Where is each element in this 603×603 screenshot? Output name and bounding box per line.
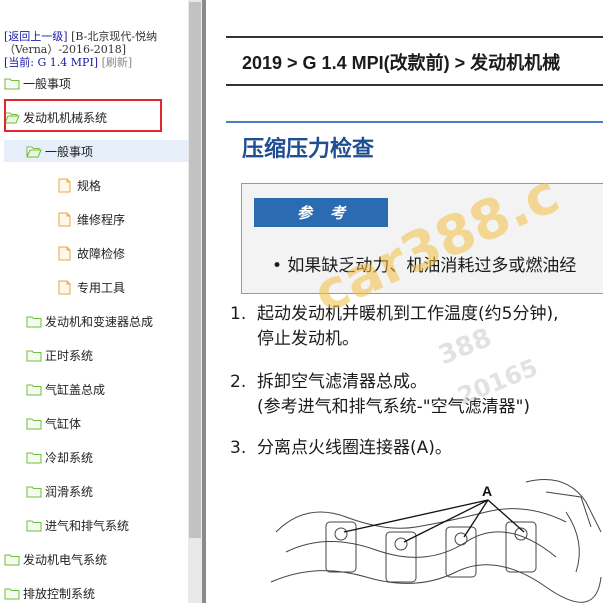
- tree-item[interactable]: 润滑系统: [26, 480, 93, 502]
- step-text-continued: (参考进气和排气系统-"空气滤清器"): [257, 397, 531, 417]
- folder-icon: [4, 78, 20, 89]
- tree-item[interactable]: 规格: [58, 174, 101, 196]
- tree-item[interactable]: 气缸盖总成: [26, 378, 105, 400]
- selection-highlight-box: [4, 99, 162, 132]
- document-breadcrumb: 2019 > G 1.4 MPI(改款前) > 发动机机械: [242, 53, 561, 73]
- tree-item-label: 发动机和变速器总成: [45, 314, 154, 329]
- tree-item[interactable]: 一般事项: [4, 72, 71, 94]
- sidebar-scrollbar[interactable]: [188, 0, 202, 603]
- folder-icon: [26, 350, 42, 361]
- page-title: 压缩压力检查: [242, 136, 375, 161]
- tree-item[interactable]: 维修程序: [58, 208, 125, 230]
- tree-item-label: 进气和排气系统: [45, 518, 130, 533]
- tree-item[interactable]: 发动机电气系统: [4, 548, 107, 570]
- folder-icon: [4, 588, 20, 599]
- navigation-sidebar: [返回上一级] [B-北京现代-悦纳（Verna）-2016-2018] [当前…: [0, 0, 188, 603]
- step-text: 分离点火线圈连接器(A)。: [257, 438, 452, 458]
- page-icon: [58, 212, 71, 226]
- tree-item-label: 专用工具: [77, 280, 126, 295]
- page-icon: [58, 246, 71, 260]
- tree-item[interactable]: 排放控制系统: [4, 582, 95, 603]
- folder-icon: [26, 384, 42, 395]
- tree-item[interactable]: 发动机和变速器总成: [26, 310, 153, 332]
- title-rule: [226, 121, 603, 123]
- tree-item[interactable]: 进气和排气系统: [26, 514, 129, 536]
- folder-icon: [4, 554, 20, 565]
- folder-icon: [26, 520, 42, 531]
- tree-item-label: 一般事项: [23, 76, 72, 91]
- tree-item-label: 维修程序: [77, 212, 126, 227]
- tree-item-label: 正时系统: [45, 348, 94, 363]
- tree-item-label: 故障检修: [77, 246, 126, 261]
- document-pane: 2019 > G 1.4 MPI(改款前) > 发动机机械 压缩压力检查 参考 …: [206, 0, 603, 603]
- tree-item[interactable]: 冷却系统: [26, 446, 93, 468]
- tree-item[interactable]: 一般事项: [4, 140, 188, 162]
- tree-item-label: 规格: [77, 178, 102, 193]
- breadcrumb-top-rule: [226, 36, 603, 38]
- callout-label-a: A: [482, 483, 492, 499]
- back-link[interactable]: [返回上一级]: [4, 30, 68, 43]
- step-text: 拆卸空气滤清器总成。: [257, 372, 427, 392]
- folder-open-icon: [26, 146, 42, 157]
- tree-item-label: 气缸体: [45, 416, 82, 431]
- tree-item[interactable]: 故障检修: [58, 242, 125, 264]
- step-number: 2.: [230, 372, 247, 392]
- folder-icon: [26, 452, 42, 463]
- ignition-coil-connector-diagram: A: [270, 479, 602, 603]
- tree-item-label: 润滑系统: [45, 484, 94, 499]
- scrollbar-thumb[interactable]: [189, 2, 201, 538]
- breadcrumb-bottom-rule: [226, 84, 603, 86]
- tree-item-label: 气缸盖总成: [45, 382, 106, 397]
- folder-icon: [26, 316, 42, 327]
- reference-label: 参考: [254, 198, 388, 227]
- refresh-link[interactable]: [刷新]: [102, 56, 133, 69]
- folder-icon: [26, 486, 42, 497]
- step-3: 3. 分离点火线圈连接器(A)。: [230, 436, 452, 461]
- tree-item-label: 发动机电气系统: [23, 552, 108, 567]
- tree-item[interactable]: 正时系统: [26, 344, 93, 366]
- folder-icon: [26, 418, 42, 429]
- note-bullet-text: • 如果缺乏动力、机油消耗过多或燃油经: [272, 256, 577, 276]
- step-1: 1. 起动发动机并暖机到工作温度(约5分钟), 停止发动机。: [230, 302, 558, 352]
- step-text: 起动发动机并暖机到工作温度(约5分钟),: [257, 304, 559, 324]
- sidebar-header: [返回上一级] [B-北京现代-悦纳（Verna）-2016-2018] [当前…: [4, 30, 184, 69]
- tree-item-label: 冷却系统: [45, 450, 94, 465]
- tree-item-label: 排放控制系统: [23, 586, 96, 601]
- step-2: 2. 拆卸空气滤清器总成。 (参考进气和排气系统-"空气滤清器"): [230, 370, 530, 420]
- tree-item-label: 一般事项: [45, 144, 94, 159]
- page-icon: [58, 280, 71, 294]
- step-number: 1.: [230, 304, 247, 324]
- tree-item[interactable]: 气缸体: [26, 412, 81, 434]
- page-icon: [58, 178, 71, 192]
- current-label: [当前:: [4, 56, 34, 69]
- tree-item[interactable]: 专用工具: [58, 276, 125, 298]
- step-number: 3.: [230, 438, 247, 458]
- step-text-continued: 停止发动机。: [257, 329, 359, 349]
- current-value: G 1.4 MPI]: [37, 56, 99, 69]
